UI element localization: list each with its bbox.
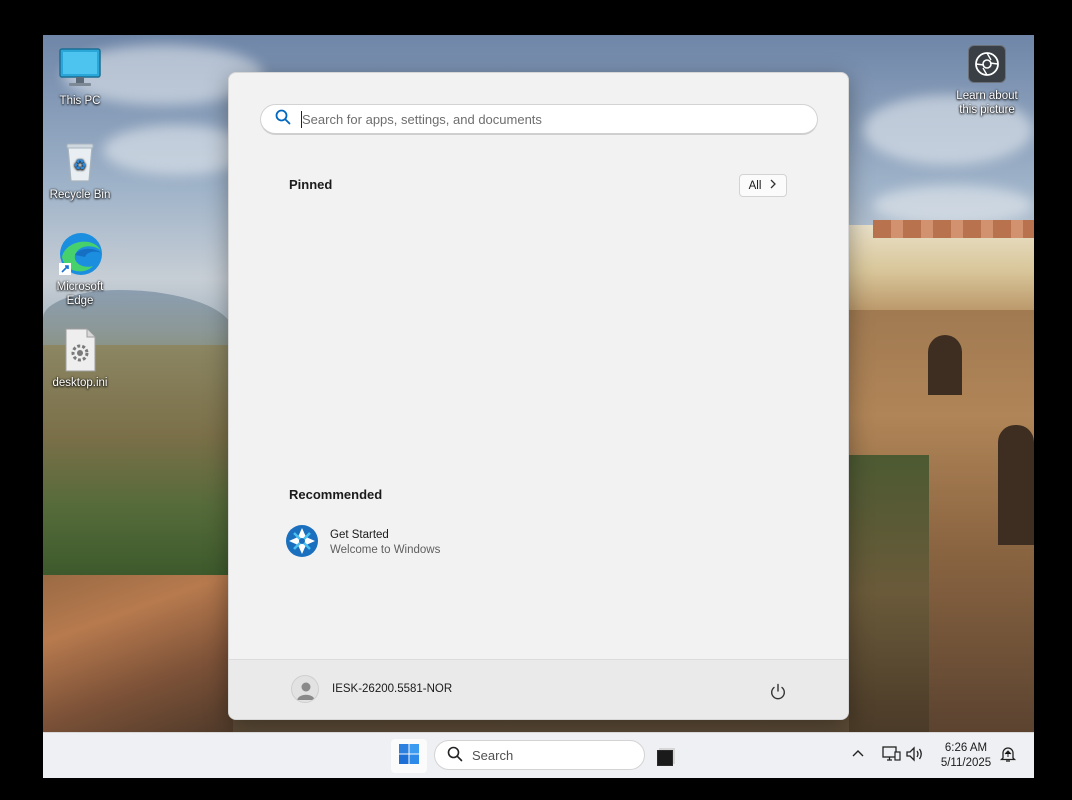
desktop-icon-label: Microsoft Edge — [56, 281, 104, 307]
terminal-app-icon — [655, 748, 677, 771]
learn-about-picture-button[interactable]: Learn about this picture — [951, 45, 1023, 117]
start-button[interactable] — [391, 739, 427, 773]
start-menu: Pinned All Recommended Get Started Welco… — [228, 72, 849, 720]
search-icon — [447, 746, 463, 765]
chevron-up-icon — [851, 747, 865, 766]
clock-time: 6:26 AM — [944, 742, 988, 754]
desktop-icon-label: desktop.ini — [52, 377, 108, 389]
start-footer: IESK-26200.5581-NOR — [229, 659, 848, 719]
speaker-icon — [905, 745, 925, 768]
taskbar-clock[interactable]: 6:26 AM 5/11/2025 — [933, 741, 999, 771]
show-hidden-icons-button[interactable] — [851, 733, 865, 778]
all-apps-label: All — [748, 179, 762, 192]
notifications-button[interactable] — [999, 733, 1017, 778]
desktop-screen: This PC ♻ Recycle Bin Microsoft Edge des… — [43, 35, 1034, 778]
monitor-icon — [57, 45, 103, 91]
desktop-icon-recycle-bin[interactable]: ♻ Recycle Bin — [43, 139, 118, 202]
settings-file-icon — [57, 327, 103, 373]
power-icon — [767, 683, 789, 707]
network-status-button[interactable] — [881, 733, 901, 778]
svg-text:♻: ♻ — [73, 156, 86, 174]
desktop-icon-microsoft-edge[interactable]: Microsoft Edge — [43, 231, 118, 308]
get-started-icon — [285, 524, 319, 563]
windows-logo-icon — [398, 743, 420, 770]
user-avatar-icon — [291, 675, 319, 703]
chevron-right-icon — [769, 179, 777, 192]
desktop-icon-desktop-ini[interactable]: desktop.ini — [43, 327, 118, 390]
recommended-item-subtitle: Welcome to Windows — [330, 544, 441, 556]
learn-about-picture-label: Learn about this picture — [956, 90, 1018, 116]
recommended-item-get-started[interactable]: Get Started Welcome to Windows — [285, 523, 545, 563]
all-apps-button[interactable]: All — [739, 174, 787, 197]
desktop-icon-this-pc[interactable]: This PC — [43, 45, 118, 108]
start-search-input[interactable] — [302, 111, 782, 127]
user-account-button[interactable]: IESK-26200.5581-NOR — [291, 675, 452, 703]
start-search-box[interactable] — [260, 104, 818, 135]
power-button[interactable] — [767, 681, 789, 703]
network-icon — [881, 745, 901, 768]
user-name: IESK-26200.5581-NOR — [332, 683, 453, 695]
bell-icon — [999, 745, 1017, 768]
taskbar-search-box[interactable]: Search — [434, 740, 645, 770]
desktop-icon-label: This PC — [59, 95, 101, 107]
taskbar-search-label: Search — [472, 747, 514, 763]
taskbar: Search 6:26 AM 5/11/2025 — [43, 732, 1034, 778]
recommended-title: Recommended — [289, 487, 383, 502]
camera-icon — [968, 45, 1006, 83]
edge-icon — [57, 231, 103, 277]
taskbar-app-button[interactable] — [655, 745, 677, 767]
recycle-bin-icon: ♻ — [57, 139, 103, 185]
desktop-icon-label: Recycle Bin — [49, 189, 111, 201]
clock-date: 5/11/2025 — [940, 757, 992, 769]
search-icon — [275, 109, 291, 130]
volume-button[interactable] — [905, 733, 925, 778]
recommended-item-title: Get Started — [330, 529, 389, 541]
pinned-title: Pinned — [289, 177, 333, 192]
